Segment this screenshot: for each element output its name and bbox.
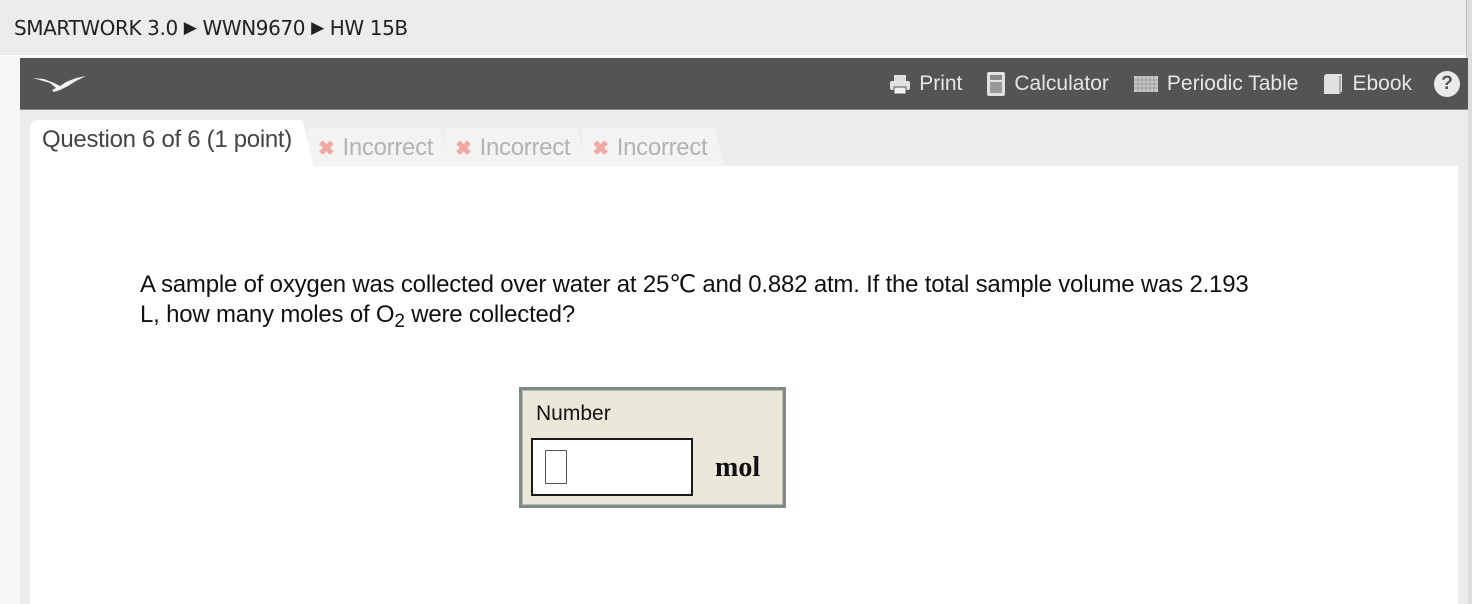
- breadcrumb-item-assignment: HW 15B: [329, 15, 408, 40]
- book-icon: [1324, 74, 1343, 94]
- breadcrumb-item-smartwork[interactable]: SMARTWORK 3.0: [14, 16, 178, 40]
- calculator-icon: [987, 72, 1006, 96]
- attempt-status: Incorrect: [616, 134, 708, 161]
- help-icon[interactable]: ?: [1434, 71, 1460, 97]
- question-content: A sample of oxygen was collected over wa…: [30, 166, 1458, 604]
- question-line-1: A sample of oxygen was collected over wa…: [140, 271, 1249, 298]
- subscript: 2: [394, 311, 405, 332]
- attempt-status: Incorrect: [342, 134, 434, 161]
- attempt-status: Incorrect: [479, 134, 571, 161]
- answer-label: Number: [536, 402, 611, 425]
- answer-box: Number mol: [519, 387, 786, 508]
- incorrect-x-icon: ✖: [318, 137, 335, 160]
- print-button[interactable]: Print: [889, 72, 962, 96]
- printer-icon: [890, 75, 911, 95]
- ebook-label: Ebook: [1352, 72, 1412, 95]
- tab-question[interactable]: Question 6 of 6 (1 point): [30, 120, 314, 168]
- incorrect-x-icon: ✖: [592, 137, 609, 160]
- seagull-logo-icon: [32, 76, 86, 92]
- print-label: Print: [919, 72, 963, 95]
- input-cursor-box[interactable]: [545, 450, 567, 484]
- question-frame: Print Calculator Periodic Table Ebook ? …: [20, 58, 1468, 604]
- periodic-table-button[interactable]: Periodic Table: [1133, 72, 1299, 96]
- answer-unit: mol: [715, 452, 761, 483]
- calculator-label: Calculator: [1014, 72, 1109, 95]
- tab-attempt-1[interactable]: ✖ Incorrect: [308, 128, 452, 168]
- breadcrumb-item-course[interactable]: WWN9670: [202, 16, 305, 40]
- tab-attempt-2[interactable]: ✖ Incorrect: [445, 128, 589, 168]
- calculator-button[interactable]: Calculator: [986, 71, 1109, 97]
- question-line-2: L, how many moles of O2 were collected?: [140, 300, 1380, 332]
- tab-attempt-3[interactable]: ✖ Incorrect: [582, 128, 726, 168]
- question-tabs: Question 6 of 6 (1 point) ✖ Incorrect ✖ …: [30, 118, 726, 168]
- incorrect-x-icon: ✖: [455, 137, 472, 160]
- breadcrumb-separator-icon: ▶: [183, 17, 197, 38]
- question-text: A sample of oxygen was collected over wa…: [140, 270, 1380, 332]
- toolbar: Print Calculator Periodic Table Ebook ?: [20, 58, 1468, 110]
- question-line-2-post: were collected?: [404, 301, 575, 328]
- answer-input[interactable]: [531, 438, 693, 496]
- breadcrumb-separator-icon: ▶: [311, 17, 324, 38]
- periodic-table-label: Periodic Table: [1166, 72, 1299, 95]
- breadcrumb: SMARTWORK 3.0 ▶ WWN9670 ▶ HW 15B: [0, 0, 1466, 56]
- question-line-2-pre: L, how many moles of O: [140, 301, 395, 328]
- ebook-button[interactable]: Ebook: [1322, 72, 1412, 96]
- periodic-table-icon: [1133, 76, 1158, 92]
